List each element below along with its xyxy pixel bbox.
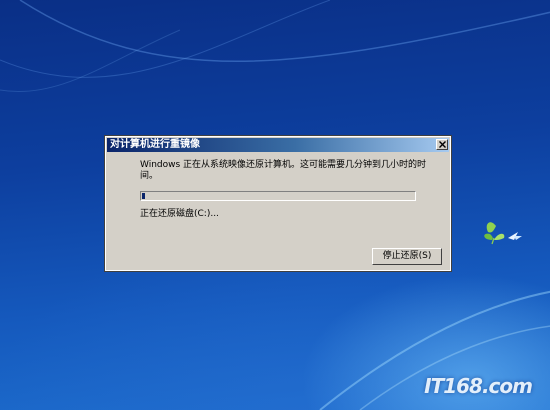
reimage-dialog: 对计算机进行重镜像 Windows 正在从系统映像还原计算机。这可能需要几分钟到… — [104, 135, 452, 272]
status-text: 正在还原磁盘(C:)... — [140, 209, 219, 219]
dialog-titlebar[interactable]: 对计算机进行重镜像 — [107, 138, 449, 152]
desktop-background: 对计算机进行重镜像 Windows 正在从系统映像还原计算机。这可能需要几分钟到… — [0, 0, 550, 410]
stop-restore-button[interactable]: 停止还原(S) — [372, 248, 442, 265]
windows-logo-watermark — [484, 222, 522, 245]
restore-progress-bar — [140, 191, 416, 201]
site-logo: IT168.com — [424, 374, 533, 398]
close-button[interactable] — [436, 139, 448, 150]
progress-fill — [142, 193, 145, 199]
close-icon — [439, 141, 446, 148]
dialog-message: Windows 正在从系统映像还原计算机。这可能需要几分钟到几小时的时间。 — [140, 160, 427, 181]
dialog-title: 对计算机进行重镜像 — [110, 139, 200, 150]
